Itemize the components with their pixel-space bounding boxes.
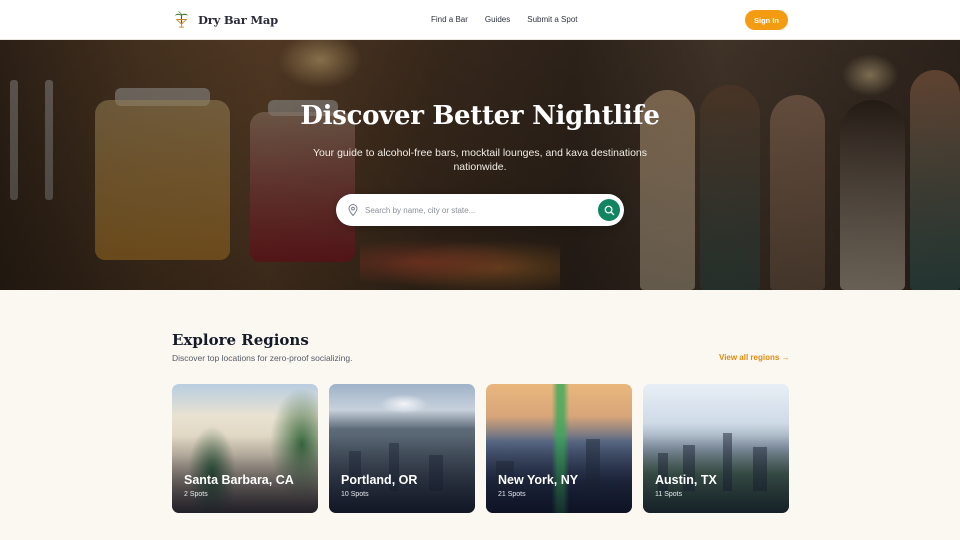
region-name: New York, NY (498, 473, 579, 487)
regions-subtitle: Discover top locations for zero-proof so… (172, 353, 353, 363)
region-spot-count: 21 Spots (498, 491, 526, 498)
search-icon (604, 205, 614, 215)
search-input[interactable] (365, 202, 593, 218)
nav-link-guides[interactable]: Guides (485, 15, 510, 24)
region-spot-count: 11 Spots (655, 491, 683, 498)
region-card-santa-barbara[interactable]: Santa Barbara, CA 2 Spots (172, 384, 318, 513)
hero-banner: Discover Better Nightlife Your guide to … (0, 40, 960, 290)
hero-subtitle: Your guide to alcohol-free bars, mocktai… (312, 147, 648, 173)
nav-link-find-a-bar[interactable]: Find a Bar (431, 15, 468, 24)
region-name: Santa Barbara, CA (184, 473, 294, 487)
brand-logo-link[interactable]: Dry Bar Map (172, 10, 278, 29)
search-button[interactable] (598, 199, 620, 221)
main-menu: Find a Bar Guides Submit a Spot (431, 15, 578, 24)
region-spot-count: 10 Spots (341, 491, 369, 498)
map-pin-icon (348, 204, 358, 216)
view-all-regions-link[interactable]: View all regions → (719, 353, 790, 362)
top-nav: Dry Bar Map Find a Bar Guides Submit a S… (0, 0, 960, 40)
regions-title: Explore Regions (172, 331, 309, 349)
cocktail-palm-icon (174, 10, 189, 28)
brand-name: Dry Bar Map (198, 12, 278, 27)
region-spot-count: 2 Spots (184, 491, 208, 498)
region-card-new-york[interactable]: New York, NY 21 Spots (486, 384, 632, 513)
search-bar (336, 194, 624, 226)
sign-in-button[interactable]: Sign In (745, 10, 788, 30)
region-card-portland[interactable]: Portland, OR 10 Spots (329, 384, 475, 513)
region-name: Portland, OR (341, 473, 418, 487)
nav-link-submit-a-spot[interactable]: Submit a Spot (527, 15, 577, 24)
hero-title: Discover Better Nightlife (300, 101, 660, 131)
region-card-austin[interactable]: Austin, TX 11 Spots (643, 384, 789, 513)
region-name: Austin, TX (655, 473, 717, 487)
